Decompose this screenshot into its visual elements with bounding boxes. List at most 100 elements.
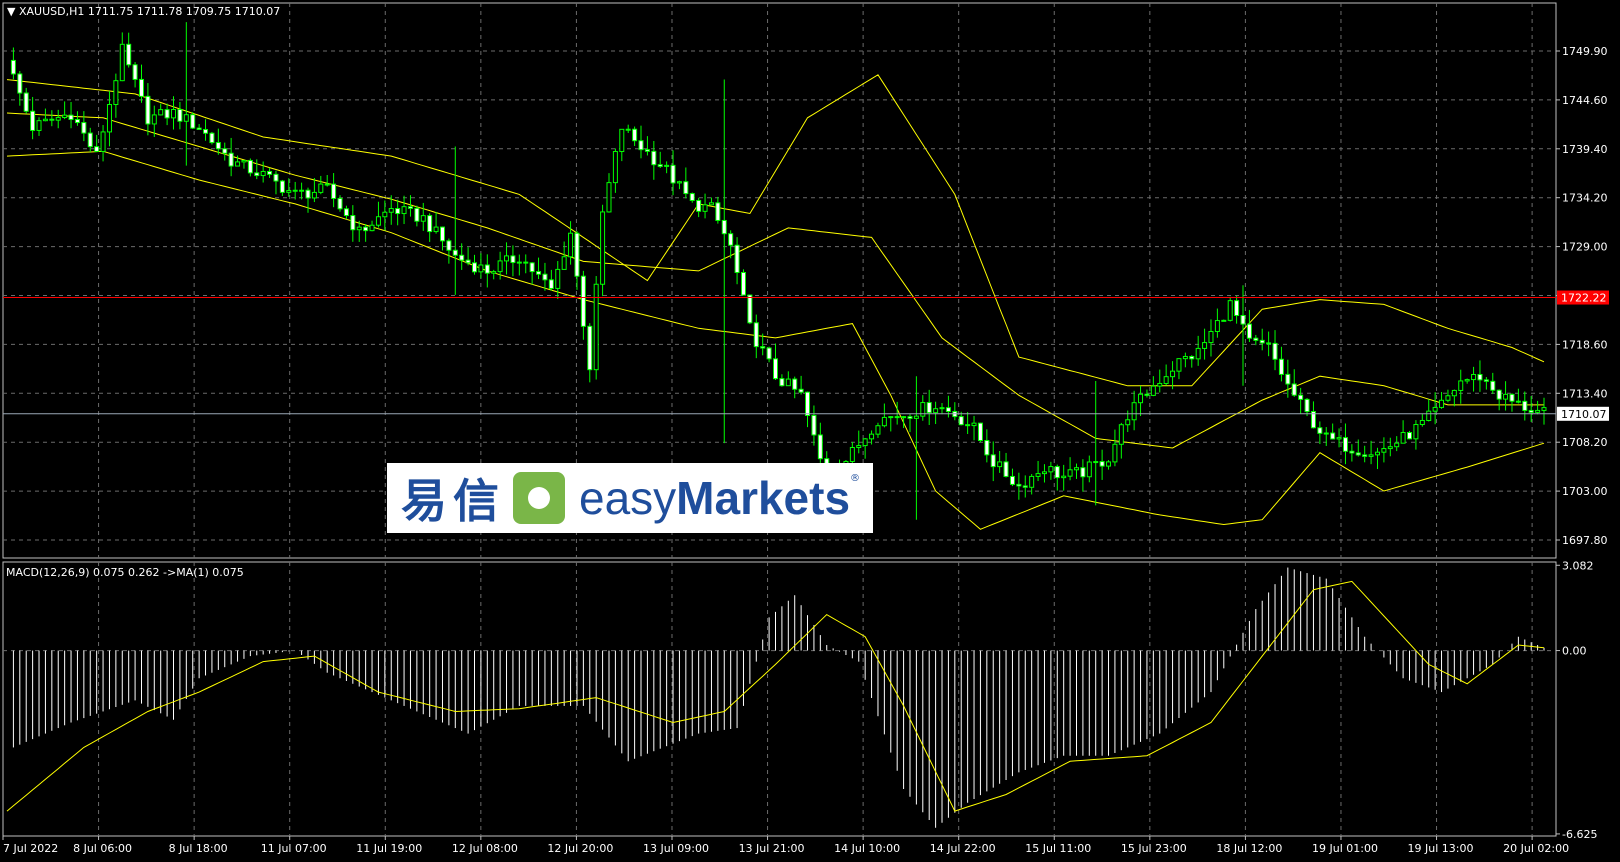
candle-body bbox=[375, 216, 381, 226]
candle-body bbox=[657, 164, 663, 167]
candle-body bbox=[670, 164, 676, 184]
candle-body bbox=[1515, 400, 1521, 403]
candle-body bbox=[177, 108, 183, 122]
candle-body bbox=[1003, 461, 1009, 477]
candle-body bbox=[766, 347, 772, 360]
candle-body bbox=[523, 261, 529, 264]
x-tick-label: 13 Jul 09:00 bbox=[643, 842, 709, 855]
candle-body bbox=[760, 346, 766, 349]
candle-body bbox=[472, 262, 478, 273]
candle-body bbox=[997, 461, 1003, 468]
candle-body bbox=[1509, 393, 1515, 402]
x-tick-label: 12 Jul 08:00 bbox=[452, 842, 518, 855]
candle-body bbox=[817, 434, 823, 460]
candle-body bbox=[504, 255, 510, 262]
candle-body bbox=[574, 232, 580, 277]
candle-body bbox=[318, 183, 324, 193]
candle-body bbox=[1035, 473, 1041, 477]
x-tick-label: 8 Jul 06:00 bbox=[73, 842, 132, 855]
candle-body bbox=[1528, 409, 1534, 413]
y-tick-label: 1708.20 bbox=[1562, 436, 1608, 449]
x-tick-label: 19 Jul 01:00 bbox=[1312, 842, 1378, 855]
candle-body bbox=[881, 416, 887, 427]
candle-body bbox=[1355, 452, 1361, 456]
candle-body bbox=[94, 146, 100, 152]
candle-body bbox=[1541, 407, 1547, 411]
candle-body bbox=[158, 109, 164, 116]
candle-body bbox=[459, 254, 465, 261]
candle-body bbox=[651, 150, 657, 166]
candle-body bbox=[664, 164, 670, 167]
candle-body bbox=[478, 264, 484, 273]
candle-body bbox=[1419, 419, 1425, 426]
candle-body bbox=[676, 181, 682, 184]
bollinger-upper-band bbox=[6, 74, 1545, 387]
candle-body bbox=[497, 260, 503, 273]
candle-body bbox=[1138, 393, 1144, 404]
candle-body bbox=[36, 120, 42, 131]
candle-body bbox=[600, 211, 606, 285]
candle-body bbox=[1246, 323, 1252, 339]
candle-body bbox=[939, 407, 945, 410]
candle-body bbox=[894, 416, 900, 419]
candle-body bbox=[1490, 380, 1496, 391]
candle-body bbox=[1323, 432, 1329, 435]
candle-body bbox=[10, 59, 16, 75]
candle-body bbox=[1483, 379, 1489, 382]
candle-body bbox=[561, 256, 567, 270]
macd-y-tick-label: -6.625 bbox=[1562, 828, 1597, 841]
candle-body bbox=[30, 110, 36, 131]
candle-body bbox=[68, 114, 74, 120]
y-tick-label: 1729.00 bbox=[1562, 241, 1608, 254]
candle-body bbox=[196, 127, 202, 130]
candle-body bbox=[1336, 437, 1342, 440]
candle-body bbox=[126, 43, 132, 66]
candle-body bbox=[343, 208, 349, 217]
candle-body bbox=[1362, 454, 1368, 457]
candle-body bbox=[1445, 395, 1451, 401]
candle-body bbox=[1106, 461, 1112, 467]
candle-body bbox=[1234, 300, 1240, 316]
candle-body bbox=[907, 416, 913, 419]
macd-y-tick-label: 0.00 bbox=[1562, 645, 1587, 658]
candle-body bbox=[1240, 314, 1246, 325]
y-tick-label: 1697.80 bbox=[1562, 534, 1608, 547]
candle-body bbox=[971, 422, 977, 427]
x-tick-label: 18 Jul 12:00 bbox=[1216, 842, 1282, 855]
candle-body bbox=[1464, 379, 1470, 382]
candle-body bbox=[23, 92, 29, 112]
candle-body bbox=[753, 322, 759, 348]
candle-body bbox=[1227, 300, 1233, 321]
candle-body bbox=[1439, 399, 1445, 408]
candle-body bbox=[779, 378, 785, 387]
candle-body bbox=[875, 425, 881, 435]
candle-body bbox=[1189, 355, 1195, 360]
candle-body bbox=[708, 202, 714, 206]
candle-body bbox=[164, 109, 170, 119]
candle-body bbox=[1317, 427, 1323, 434]
candle-body bbox=[420, 215, 426, 222]
candle-body bbox=[273, 173, 279, 182]
candle-body bbox=[241, 159, 247, 163]
x-tick-label: 12 Jul 20:00 bbox=[547, 842, 613, 855]
candle-body bbox=[542, 273, 548, 281]
candle-body bbox=[625, 128, 631, 131]
candle-body bbox=[203, 128, 209, 134]
candle-body bbox=[1131, 402, 1137, 421]
candle-body bbox=[267, 170, 273, 175]
candle-body bbox=[1304, 398, 1310, 413]
chart-canvas[interactable]: 7 Jul 2022 8 Jul 06:00 8 Jul 18:00 11 Jul 0… bbox=[0, 0, 1620, 862]
candle-body bbox=[977, 422, 983, 441]
candle-body bbox=[926, 402, 932, 414]
candle-body bbox=[106, 104, 112, 133]
x-tick-label: 7 Jul 2022 bbox=[3, 842, 58, 855]
candle-body bbox=[427, 215, 433, 233]
x-tick-label: 19 Jul 13:00 bbox=[1408, 842, 1474, 855]
candle-body bbox=[1413, 424, 1419, 440]
x-tick-label: 13 Jul 21:00 bbox=[739, 842, 805, 855]
candle-body bbox=[132, 64, 138, 80]
candle-body bbox=[715, 202, 721, 221]
collapse-triangle-icon[interactable]: ▼ bbox=[7, 5, 15, 18]
candle-body bbox=[279, 180, 285, 193]
candle-body bbox=[1471, 373, 1477, 381]
